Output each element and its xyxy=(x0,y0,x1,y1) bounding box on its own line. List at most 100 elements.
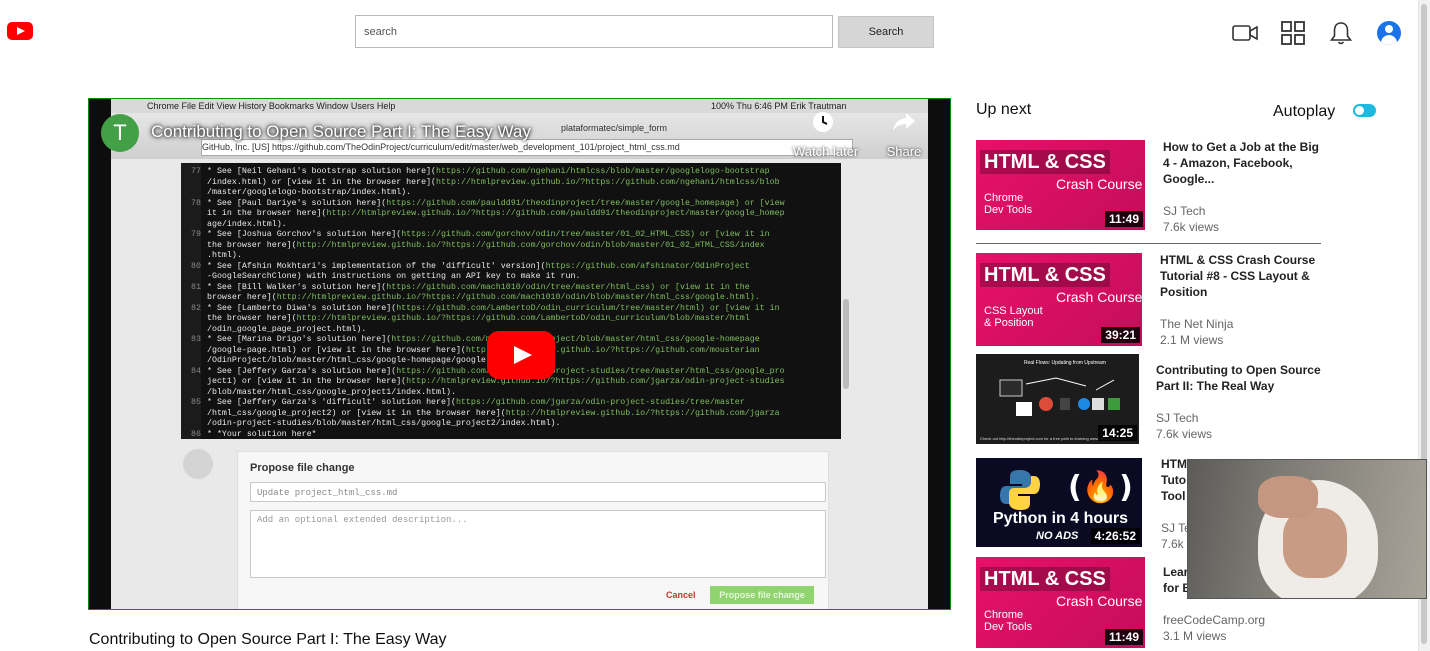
code-text: /master/googlelogo-bootstrap/index.html)… xyxy=(207,188,412,197)
line-number: 77 xyxy=(191,167,201,176)
code-text: * See [Afshin Mokhtari's implementation … xyxy=(207,261,546,271)
code-text: * See [Marina Drigo's solution here]( xyxy=(207,335,392,344)
duration-badge: 39:21 xyxy=(1101,327,1140,343)
channel-name[interactable]: SJ Tech xyxy=(1156,410,1198,426)
code-line: age/index.html). xyxy=(207,219,287,230)
commit-description-field: Add an optional extended description... xyxy=(250,510,826,578)
video-player[interactable]: Chrome File Edit View History Bookmarks … xyxy=(88,98,951,610)
code-text: * See [Jeffery Garza's 'difficult' solut… xyxy=(207,398,456,407)
code-line: .html). xyxy=(207,250,242,261)
code-line: the browser here](http://htmlpreview.git… xyxy=(207,240,765,251)
video-overlay-title[interactable]: Contributing to Open Source Part I: The … xyxy=(151,122,531,142)
share-button[interactable]: Share xyxy=(874,111,934,159)
video-thumbnail[interactable]: HTML & CSS Crash Course Chrome Dev Tools… xyxy=(976,140,1145,230)
play-button[interactable] xyxy=(487,331,555,379)
autoplay-toggle[interactable] xyxy=(1353,104,1376,117)
video-camera-icon[interactable] xyxy=(1232,20,1258,46)
video-title-link[interactable]: Contributing to Open Source Part II: The… xyxy=(1156,362,1326,394)
channel-avatar[interactable]: T xyxy=(101,114,139,152)
thumb-heading: Python in 4 hours xyxy=(992,510,1129,527)
line-number: 84 xyxy=(191,366,201,376)
video-thumbnail[interactable]: (🔥) Python in 4 hours NO ADS 4:26:52 xyxy=(976,458,1142,547)
code-text: * See [Neil Gehani's bootstrap solution … xyxy=(207,167,437,176)
github-octocat-icon xyxy=(183,449,213,479)
code-text: it in the browser here]( xyxy=(207,209,327,218)
code-link: https://github.com/jgarza/odin-project-s… xyxy=(455,398,745,407)
code-line: 81 * See [Bill Walker's solution here](ht… xyxy=(191,282,750,293)
video-thumbnail[interactable]: HTML & CSS Crash Course CSS Layout & Pos… xyxy=(976,253,1142,346)
code-line: /html_css/google_project2) or [view it i… xyxy=(207,408,780,419)
bell-icon[interactable] xyxy=(1328,20,1354,46)
code-link: http://htmlpreview.github.io/?https://gi… xyxy=(296,240,765,250)
video-thumbnail[interactable]: Real Flows: Updating from Upstream Check… xyxy=(976,354,1139,444)
code-text: browser here]( xyxy=(207,293,277,302)
code-line: it in the browser here](http://htmlprevi… xyxy=(207,208,785,219)
thumb-heading: HTML & CSS xyxy=(980,567,1110,591)
editor-scrollbar xyxy=(843,299,849,389)
code-line: 77 * See [Neil Gehani's bootstrap solutio… xyxy=(191,166,770,177)
thumb-heading: HTML & CSS xyxy=(980,263,1110,287)
thumb-heading: HTML & CSS xyxy=(980,150,1110,174)
up-next-video[interactable]: Real Flows: Updating from Upstream Check… xyxy=(976,354,1139,444)
channel-name[interactable]: SJ Tech xyxy=(1163,203,1205,219)
mac-menu-items: Chrome File Edit View History Bookmarks … xyxy=(147,101,396,111)
video-title-link[interactable]: HTML & CSS Crash Course Tutorial #8 - CS… xyxy=(1160,252,1320,300)
thumb-subheading: Crash Course xyxy=(1056,176,1143,192)
up-next-video[interactable]: HTML & CSS Crash Course CSS Layout & Pos… xyxy=(976,253,1142,346)
code-link: https://github.com/mach1010/odin/tree/ma… xyxy=(386,282,750,292)
code-text: .html). xyxy=(207,251,242,260)
webcam-overlay[interactable] xyxy=(1187,459,1427,599)
duration-badge: 4:26:52 xyxy=(1090,528,1140,544)
code-text: * See [Lamberto Diwa's solution here]( xyxy=(207,303,397,313)
up-next-video[interactable]: HTML & CSS Crash Course Chrome Dev Tools… xyxy=(976,140,1145,230)
view-count: 2.1 M views xyxy=(1160,333,1224,347)
account-icon[interactable] xyxy=(1377,21,1401,45)
code-text: * See [Paul Dariye's solution here]( xyxy=(207,198,387,208)
thumb-heading: Real Flows: Updating from Upstream xyxy=(1024,360,1106,366)
up-next-video[interactable]: HTML & CSS Crash Course Chrome Dev Tools… xyxy=(976,557,1145,648)
line-number: 80 xyxy=(191,261,201,271)
watch-later-button[interactable]: Watch later xyxy=(793,111,858,159)
code-line: -GoogleSearchClone) with instructions on… xyxy=(207,271,580,282)
search-input[interactable] xyxy=(355,15,833,48)
video-thumbnail[interactable]: HTML & CSS Crash Course Chrome Dev Tools… xyxy=(976,557,1145,648)
video-title-link[interactable]: HTM Tuto Tool xyxy=(1161,456,1187,504)
code-line: browser here](http://htmlpreview.github.… xyxy=(207,292,760,303)
thumb-caption: Chrome Dev Tools xyxy=(984,192,1033,216)
divider xyxy=(976,243,1321,244)
video-title-link[interactable]: How to Get a Job at the Big 4 - Amazon, … xyxy=(1163,139,1323,187)
video-title: Contributing to Open Source Part I: The … xyxy=(89,631,447,648)
duration-badge: 11:49 xyxy=(1104,629,1143,645)
code-text: age/index.html). xyxy=(207,219,287,229)
propose-file-change-button: Propose file change xyxy=(710,586,814,604)
code-line: /blob/master/html_css/google_project1/in… xyxy=(207,387,456,398)
view-count: 7.6k xyxy=(1161,537,1184,551)
code-text: the browser here]( xyxy=(207,314,297,323)
line-number: 85 xyxy=(191,398,201,407)
cancel-link: Cancel xyxy=(666,590,696,600)
code-line: /index.html) or [view it in the browser … xyxy=(207,177,780,188)
code-link: http://htmlpreview.github.io/?https://gi… xyxy=(436,177,780,187)
code-link: https://github.com/gorchov/odin/tree/mas… xyxy=(401,230,770,239)
code-text: /odin-project-studies/blob/master/html_c… xyxy=(207,419,561,428)
search-button[interactable]: Search xyxy=(838,16,934,48)
code-line: /odin-project-studies/blob/master/html_c… xyxy=(207,418,561,429)
autoplay-label: Autoplay xyxy=(1273,103,1336,120)
code-line: 86 * *Your solution here* xyxy=(191,429,317,440)
apps-grid-icon[interactable] xyxy=(1280,20,1306,46)
up-next-video[interactable]: (🔥) Python in 4 hours NO ADS 4:26:52 xyxy=(976,458,1142,547)
code-line: /google-page.html) or [view it in the br… xyxy=(207,345,760,356)
code-text: /google-page.html) or [view it in the br… xyxy=(207,345,466,355)
code-text: * See [Jeffery Garza's solution here]( xyxy=(207,366,397,376)
channel-name[interactable]: freeCodeCamp.org xyxy=(1163,612,1265,628)
code-link: https://github.com/ngehani/htmlcss/blob/… xyxy=(436,167,770,176)
code-text: /index.html) or [view it in the browser … xyxy=(207,177,437,187)
webcam-face xyxy=(1283,508,1347,578)
propose-title: Propose file change xyxy=(250,462,355,474)
youtube-logo-icon[interactable] xyxy=(7,22,33,40)
thumb-caption: NO ADS xyxy=(1036,530,1079,542)
line-number: 82 xyxy=(191,303,201,313)
thumb-caption: Chrome Dev Tools xyxy=(984,609,1033,633)
thumb-subheading: Crash Course xyxy=(1056,289,1142,305)
channel-name[interactable]: The Net Ninja xyxy=(1160,316,1233,332)
